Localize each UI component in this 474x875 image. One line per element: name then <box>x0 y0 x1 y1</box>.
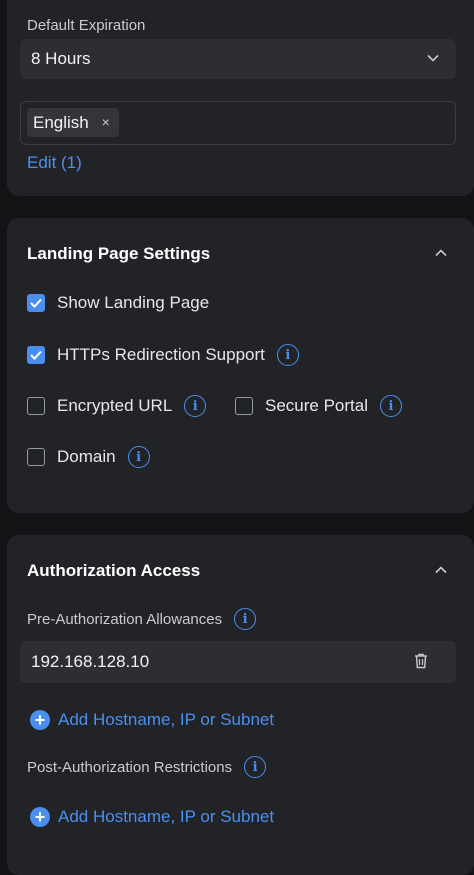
tag-remove-icon[interactable]: × <box>102 108 110 137</box>
add-post-authorization-label: Add Hostname, IP or Subnet <box>58 807 275 826</box>
show-landing-page-label: Show Landing Page <box>57 293 210 312</box>
add-pre-authorization-label: Add Hostname, IP or Subnet <box>58 710 275 729</box>
ip-entry-value: 192.168.128.10 <box>31 652 150 671</box>
info-icon[interactable]: i <box>184 395 207 417</box>
encrypted-url-label: Encrypted URL <box>57 396 173 415</box>
add-post-authorization-button[interactable]: + Add Hostname, IP or Subnet <box>30 807 274 827</box>
show-landing-page-checkbox[interactable] <box>27 294 45 312</box>
post-authorization-heading: Post-Authorization Restrictions i <box>27 756 267 778</box>
domain-checkbox[interactable] <box>27 448 45 466</box>
domain-option[interactable]: Domain i <box>27 446 150 468</box>
collapse-chevron-up-icon[interactable] <box>434 246 448 265</box>
https-redirection-option[interactable]: HTTPs Redirection Support i <box>27 344 299 366</box>
add-pre-authorization-button[interactable]: + Add Hostname, IP or Subnet <box>30 710 274 730</box>
collapse-chevron-up-icon[interactable] <box>434 563 448 582</box>
info-icon[interactable]: i <box>380 395 402 417</box>
language-tag-label: English <box>33 113 89 132</box>
plus-circle-icon: + <box>30 710 50 730</box>
chevron-down-icon <box>426 51 440 70</box>
info-icon[interactable]: i <box>276 344 299 366</box>
info-icon[interactable]: i <box>127 446 150 468</box>
post-authorization-label: Post-Authorization Restrictions <box>27 758 233 776</box>
plus-circle-icon: + <box>30 807 50 827</box>
domain-label: Domain <box>57 447 116 466</box>
encrypted-url-checkbox[interactable] <box>27 397 45 415</box>
pre-authorization-label: Pre-Authorization Allowances <box>27 610 223 628</box>
language-tag: English × <box>27 108 119 137</box>
secure-portal-option[interactable]: Secure Portal i <box>235 395 402 417</box>
info-icon[interactable]: i <box>244 756 267 778</box>
expiration-select[interactable]: 8 Hours <box>20 39 456 79</box>
show-landing-page-option[interactable]: Show Landing Page <box>27 293 209 313</box>
trash-icon[interactable] <box>414 653 428 674</box>
pre-authorization-heading: Pre-Authorization Allowances i <box>27 608 257 630</box>
edit-languages-link[interactable]: Edit (1) <box>27 153 82 173</box>
expiration-select-value: 8 Hours <box>31 49 91 68</box>
secure-portal-label: Secure Portal <box>265 396 368 415</box>
pre-authorization-entry[interactable]: 192.168.128.10 <box>20 641 456 683</box>
https-redirection-label: HTTPs Redirection Support <box>57 345 265 364</box>
default-expiration-label: Default Expiration <box>27 17 146 34</box>
encrypted-url-option[interactable]: Encrypted URL i <box>27 395 207 417</box>
authorization-title: Authorization Access <box>27 561 201 580</box>
info-icon[interactable]: i <box>234 608 257 630</box>
landing-page-title: Landing Page Settings <box>27 244 211 263</box>
https-redirection-checkbox[interactable] <box>27 346 45 364</box>
secure-portal-checkbox[interactable] <box>235 397 253 415</box>
language-tag-input[interactable]: English × <box>20 101 456 145</box>
